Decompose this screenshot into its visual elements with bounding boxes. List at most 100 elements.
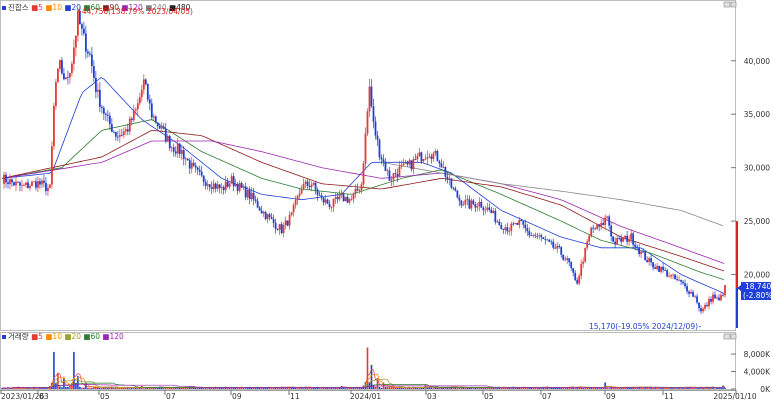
candle-body xyxy=(604,217,607,226)
volume-bar xyxy=(548,388,551,389)
volume-bar xyxy=(662,387,664,389)
volume-bar xyxy=(69,385,71,389)
candle-body xyxy=(474,204,477,208)
candle-body xyxy=(548,239,551,242)
candle-body xyxy=(13,182,15,186)
volume-bar xyxy=(63,378,65,389)
candle-body xyxy=(228,183,231,187)
candle-body xyxy=(332,198,335,207)
candle-body xyxy=(86,51,89,54)
volume-bar xyxy=(19,387,21,389)
volume-panel-close-button[interactable] xyxy=(730,333,737,340)
volume-legend-text: 거래량 ■5 ■10 ■20 ■60 ■120 xyxy=(8,332,124,341)
candle-body xyxy=(556,245,559,249)
volume-bar xyxy=(228,387,231,389)
candle-body xyxy=(442,166,445,168)
candle-body xyxy=(588,235,591,242)
candle-body xyxy=(542,237,545,239)
volume-bar xyxy=(472,388,475,389)
volume-bar xyxy=(380,387,383,389)
candle-body xyxy=(698,302,700,309)
candle-body xyxy=(414,159,417,160)
volume-bar xyxy=(294,387,297,389)
volume-bar xyxy=(137,388,139,389)
candle-body xyxy=(608,216,611,226)
candle-body xyxy=(262,211,265,214)
candle-body xyxy=(120,134,123,136)
candle-body xyxy=(568,258,571,263)
candle-body xyxy=(166,135,169,142)
candle-body xyxy=(82,28,85,34)
volume-bar xyxy=(464,387,467,389)
panel-close-button[interactable] xyxy=(730,1,737,8)
x-tick-label: '05 xyxy=(98,392,110,400)
volume-bar xyxy=(250,387,253,389)
candle-body xyxy=(280,224,283,234)
candle-body xyxy=(642,251,645,253)
candle-body xyxy=(572,268,575,273)
last-price-value: 18,740 xyxy=(745,282,771,291)
candle-body xyxy=(624,235,627,239)
volume-bar xyxy=(258,387,261,389)
candle-body xyxy=(76,10,79,36)
candle-body xyxy=(482,207,485,211)
candle-body xyxy=(184,158,187,160)
candle-body xyxy=(258,207,261,211)
candle-body xyxy=(138,97,141,104)
volume-bar xyxy=(506,387,509,389)
candle-body xyxy=(612,236,615,242)
candle-body xyxy=(538,235,541,236)
volume-bar xyxy=(150,387,153,389)
x-tick-label: '03 xyxy=(37,392,49,400)
candle-body xyxy=(596,224,599,229)
candle-body xyxy=(614,241,617,245)
candle-body xyxy=(710,298,712,302)
legend-title: 거래량 xyxy=(8,332,31,341)
candle-body xyxy=(714,294,716,299)
candle-body xyxy=(158,126,161,129)
candle-body xyxy=(706,304,708,307)
candle-body xyxy=(168,135,171,149)
candle-body xyxy=(206,184,209,186)
volume-bar xyxy=(614,387,616,389)
candle-body xyxy=(690,291,692,294)
volume-bar xyxy=(536,387,539,389)
candle-body xyxy=(112,131,115,133)
candle-body xyxy=(716,297,718,299)
volume-bar xyxy=(91,387,93,389)
volume-bar xyxy=(386,386,389,389)
candle-body xyxy=(432,153,435,159)
candle-body xyxy=(35,181,37,188)
candle-body xyxy=(456,190,459,198)
volume-legend: 거래량 ■5 ■10 ■20 ■60 ■120 xyxy=(2,332,124,341)
candle-body xyxy=(426,157,429,159)
panel-restore-button[interactable] xyxy=(723,1,731,8)
volume-bar xyxy=(67,386,69,389)
candle-body xyxy=(502,228,505,230)
candle-body xyxy=(216,184,219,189)
volume-bar xyxy=(678,387,680,389)
candle-body xyxy=(546,239,549,241)
volume-panel-restore-button[interactable] xyxy=(723,333,731,340)
candle-body xyxy=(284,220,287,226)
candle-body xyxy=(630,233,633,240)
candle-body xyxy=(80,24,83,29)
candle-body xyxy=(340,193,343,196)
candle-body xyxy=(51,146,53,185)
volume-bar xyxy=(226,387,229,389)
candle-body xyxy=(248,190,251,200)
candle-body xyxy=(212,183,215,190)
volume-bar xyxy=(394,387,397,389)
candle-body xyxy=(504,227,507,230)
candle-body xyxy=(446,176,449,180)
volume-bar xyxy=(656,387,658,389)
candle-body xyxy=(592,227,595,229)
volume-bar xyxy=(306,388,309,389)
candle-body xyxy=(566,258,569,261)
volume-bar xyxy=(432,388,435,389)
candle-body xyxy=(300,189,303,194)
y-tick-label: 25,000 xyxy=(744,217,770,226)
volume-tick-label: 4,000K xyxy=(744,368,771,377)
candle-body xyxy=(240,182,243,188)
volume-bar xyxy=(606,387,608,389)
